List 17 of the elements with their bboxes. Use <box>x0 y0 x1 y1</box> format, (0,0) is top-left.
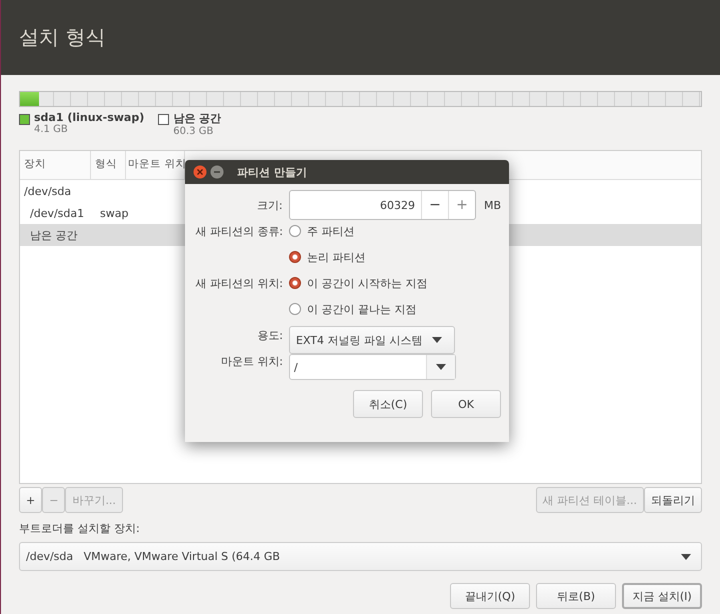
dialog-title: 파티션 만들기 <box>237 164 307 180</box>
unit-label: MB <box>484 198 501 212</box>
field-label: 새 파티션의 위치: <box>194 276 284 290</box>
legend-size: 4.1 GB <box>34 124 69 135</box>
field-label: 새 파티션의 종류: <box>194 224 284 238</box>
page-title: 설치 형식 <box>19 24 106 51</box>
device-cell-text: 남은 공간 <box>29 228 78 242</box>
bootloader-label: 부트로더를 설치할 장치: <box>19 521 141 536</box>
field-label: 크기: <box>256 198 284 212</box>
device-cell-text: /dev/sda <box>23 184 72 198</box>
device-cell-text: /dev/sda1 <box>29 206 86 220</box>
legend-label: sda1 (linux-swap) <box>34 111 144 124</box>
field-label: 마운트 위치: <box>220 354 284 368</box>
type-cell-text: swap <box>99 206 128 220</box>
legend-size: 60.3 GB <box>173 126 214 137</box>
legend-label: 남은 공간 <box>173 111 222 126</box>
field-label: 용도: <box>256 328 284 342</box>
